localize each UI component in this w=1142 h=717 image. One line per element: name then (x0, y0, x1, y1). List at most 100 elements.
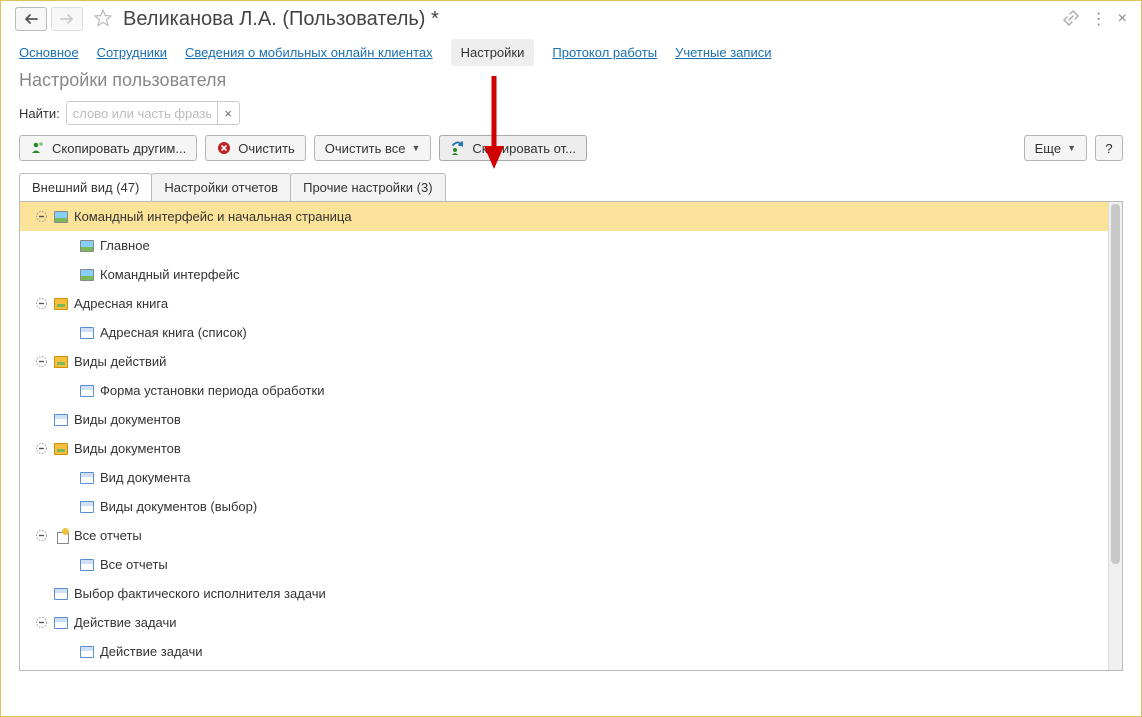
vertical-scrollbar[interactable] (1108, 202, 1122, 670)
copy-users-icon (30, 140, 46, 156)
copy-from-button[interactable]: Скопировать от... (439, 135, 587, 161)
yel-icon (54, 356, 68, 368)
help-button[interactable]: ? (1095, 135, 1123, 161)
clear-all-button[interactable]: Очистить все ▼ (314, 135, 432, 161)
clear-all-label: Очистить все (325, 141, 406, 156)
tree-row-label: Адресная книга (список) (100, 325, 247, 340)
tree-row[interactable]: Выбор фактического исполнителя задачи (20, 579, 1108, 608)
forward-button[interactable] (51, 7, 83, 31)
more-button[interactable]: Еще ▼ (1024, 135, 1087, 161)
nav-tab-main[interactable]: Основное (19, 45, 79, 60)
form-icon (54, 588, 68, 600)
form-icon (80, 327, 94, 339)
tree-expander[interactable] (34, 355, 48, 369)
tree-row[interactable]: Адресная книга (20, 289, 1108, 318)
yel-icon (54, 298, 68, 310)
tree-expander[interactable] (34, 297, 48, 311)
tree-expander[interactable] (34, 210, 48, 224)
tree-row-label: Форма установки периода обработки (100, 383, 324, 398)
tree-expander (34, 587, 48, 601)
back-button[interactable] (15, 7, 47, 31)
copy-from-label: Скопировать от... (472, 141, 576, 156)
tree-row[interactable]: Виды документов (20, 434, 1108, 463)
tree-row-label: Виды документов (74, 441, 181, 456)
copy-to-others-button[interactable]: Скопировать другим... (19, 135, 197, 161)
nav-tab-mobile-clients[interactable]: Сведения о мобильных онлайн клиентах (185, 45, 433, 60)
nav-tab-protocol[interactable]: Протокол работы (552, 45, 657, 60)
tree-row[interactable]: Все отчеты (20, 550, 1108, 579)
yel-icon (54, 443, 68, 455)
tree-row-label: Виды действий (74, 354, 166, 369)
tree-row-label: Командный интерфейс и начальная страница (74, 209, 352, 224)
help-label: ? (1105, 141, 1112, 156)
nav-tab-employees[interactable]: Сотрудники (97, 45, 167, 60)
tree-row-label: Главное (100, 238, 150, 253)
form-icon (80, 646, 94, 658)
tree-expander[interactable] (34, 616, 48, 630)
tree-expander (60, 500, 74, 514)
form-icon (80, 472, 94, 484)
tree-expander (60, 268, 74, 282)
tree-row-label: Командный интерфейс (100, 267, 240, 282)
tree-row[interactable]: Все отчеты (20, 521, 1108, 550)
tree-expander (60, 326, 74, 340)
pic-icon (80, 269, 94, 281)
tree-row-label: Все отчеты (100, 557, 168, 572)
tree-expander (34, 413, 48, 427)
search-label: Найти: (19, 106, 60, 121)
pic-icon (54, 211, 68, 223)
copy-to-others-label: Скопировать другим... (52, 141, 186, 156)
tree-expander (60, 645, 74, 659)
form-icon (54, 414, 68, 426)
tree-expander[interactable] (34, 529, 48, 543)
form-icon (54, 617, 68, 629)
tree-row-label: Виды документов (выбор) (100, 499, 257, 514)
tree-row-label: Действие задачи (100, 644, 203, 659)
tree-row[interactable]: Виды действий (20, 347, 1108, 376)
tree-row[interactable]: Действие задачи (20, 608, 1108, 637)
tree-expander (60, 558, 74, 572)
tab-other[interactable]: Прочие настройки (3) (290, 173, 445, 201)
tab-reports[interactable]: Настройки отчетов (151, 173, 291, 201)
clear-button[interactable]: Очистить (205, 135, 306, 161)
tree-expander (60, 384, 74, 398)
nav-tab-settings[interactable]: Настройки (451, 39, 535, 66)
tree-row-label: Все отчеты (74, 528, 142, 543)
scroll-thumb[interactable] (1111, 204, 1120, 564)
more-label: Еще (1035, 141, 1061, 156)
tree-row-label: Вид документа (100, 470, 191, 485)
close-icon[interactable]: × (1118, 10, 1127, 28)
link-icon[interactable] (1063, 10, 1079, 29)
tree-row[interactable]: Форма установки периода обработки (20, 376, 1108, 405)
tree-row-label: Выбор фактического исполнителя задачи (74, 586, 326, 601)
favorite-star-icon[interactable] (93, 8, 113, 31)
search-clear-button[interactable]: × (217, 102, 239, 124)
window-title: Великанова Л.А. (Пользователь) * (123, 8, 439, 31)
clear-label: Очистить (238, 141, 295, 156)
nav-tab-accounts[interactable]: Учетные записи (675, 45, 771, 60)
tree-expander (60, 239, 74, 253)
tree-expander[interactable] (34, 442, 48, 456)
pic-icon (80, 240, 94, 252)
page-subtitle: Настройки пользователя (1, 68, 1141, 101)
tree-row[interactable]: Виды документов (выбор) (20, 492, 1108, 521)
tree-row[interactable]: Адресная книга (список) (20, 318, 1108, 347)
form-icon (80, 385, 94, 397)
tree-row[interactable]: Виды документов (20, 405, 1108, 434)
copy-from-icon (450, 140, 466, 156)
tab-appearance[interactable]: Внешний вид (47) (19, 173, 152, 201)
tree-row-label: Виды документов (74, 412, 181, 427)
tree-row[interactable]: Вид документа (20, 463, 1108, 492)
tree-row[interactable]: Командный интерфейс (20, 260, 1108, 289)
tree-row-label: Адресная книга (74, 296, 168, 311)
form-icon (80, 559, 94, 571)
report-icon (54, 529, 68, 543)
menu-dots-icon[interactable]: ⋮ (1091, 9, 1106, 29)
form-icon (80, 501, 94, 513)
tree-row[interactable]: Командный интерфейс и начальная страница (20, 202, 1108, 231)
tree-row[interactable]: Действие задачи (20, 637, 1108, 666)
search-input[interactable] (67, 102, 217, 124)
tree-row[interactable]: Главное (20, 231, 1108, 260)
settings-tree: Командный интерфейс и начальная страница… (19, 201, 1123, 671)
chevron-down-icon: ▼ (1067, 143, 1076, 153)
